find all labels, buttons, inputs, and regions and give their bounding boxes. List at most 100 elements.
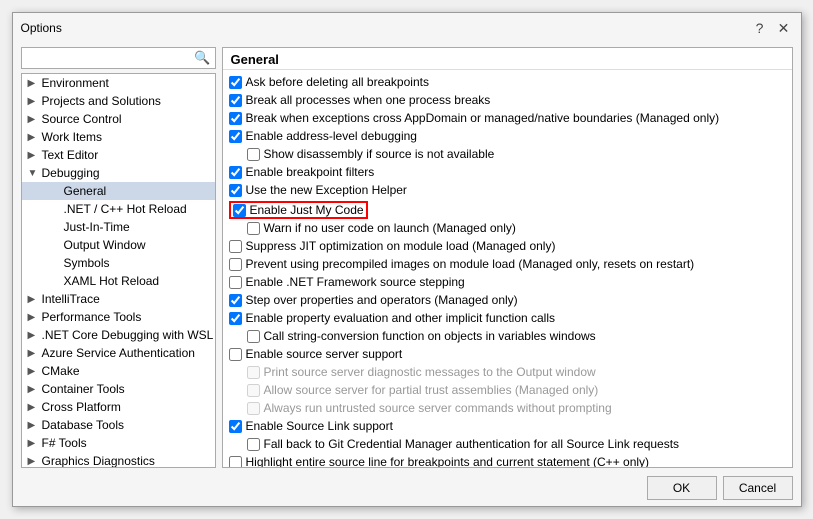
tree-item-cross-platform[interactable]: ▶ Cross Platform — [22, 398, 215, 416]
option-checkbox[interactable] — [229, 166, 242, 179]
option-row: Show disassembly if source is not availa… — [229, 146, 786, 164]
option-row: Enable address-level debugging — [229, 128, 786, 146]
tree-item-debug-xaml[interactable]: XAML Hot Reload — [22, 272, 215, 290]
tree-item-text-editor[interactable]: ▶ Text Editor — [22, 146, 215, 164]
option-row-highlighted: Enable Just My Code — [229, 200, 786, 220]
option-checkbox[interactable] — [229, 348, 242, 361]
option-label[interactable]: Enable .NET Framework source stepping — [229, 275, 465, 291]
option-checkbox[interactable] — [229, 312, 242, 325]
option-row: Enable source server support — [229, 346, 786, 364]
ok-button[interactable]: OK — [647, 476, 717, 500]
tree-item-fsharp[interactable]: ▶ F# Tools — [22, 434, 215, 452]
option-checkbox[interactable] — [247, 148, 260, 161]
help-button[interactable]: ? — [751, 19, 769, 37]
chevron-right-icon: ▶ — [28, 78, 42, 89]
options-dialog: Options ? ✕ 🔍 ▶ Environment ▶ Proj — [12, 12, 802, 507]
tree-label: .NET Core Debugging with WSL — [42, 328, 214, 342]
tree-label: Source Control — [42, 112, 211, 126]
search-input[interactable] — [26, 51, 195, 65]
tree-item-debug-output[interactable]: Output Window — [22, 236, 215, 254]
option-label-disabled[interactable]: Print source server diagnostic messages … — [247, 365, 596, 381]
option-checkbox[interactable] — [229, 240, 242, 253]
chevron-right-icon: ▶ — [28, 384, 42, 395]
option-label[interactable]: Break all processes when one process bre… — [229, 93, 491, 109]
chevron-right-icon: ▶ — [28, 456, 42, 467]
option-checkbox[interactable] — [229, 456, 242, 467]
tree-item-source-control[interactable]: ▶ Source Control — [22, 110, 215, 128]
tree-item-work-items[interactable]: ▶ Work Items — [22, 128, 215, 146]
option-label[interactable]: Show disassembly if source is not availa… — [247, 147, 495, 163]
option-label-disabled[interactable]: Allow source server for partial trust as… — [247, 383, 599, 399]
option-label[interactable]: Suppress JIT optimization on module load… — [229, 239, 556, 255]
option-row: Prevent using precompiled images on modu… — [229, 256, 786, 274]
tree-item-graphics[interactable]: ▶ Graphics Diagnostics — [22, 452, 215, 468]
option-checkbox[interactable] — [229, 76, 242, 89]
option-checkbox[interactable] — [229, 112, 242, 125]
tree-item-netcore-debug[interactable]: ▶ .NET Core Debugging with WSL — [22, 326, 215, 344]
option-checkbox[interactable] — [229, 130, 242, 143]
tree-label: Projects and Solutions — [42, 94, 211, 108]
option-row: Ask before deleting all breakpoints — [229, 74, 786, 92]
tree-label: XAML Hot Reload — [64, 274, 211, 288]
option-checkbox[interactable] — [229, 94, 242, 107]
tree-item-container[interactable]: ▶ Container Tools — [22, 380, 215, 398]
option-label[interactable]: Fall back to Git Credential Manager auth… — [247, 437, 680, 453]
option-label-disabled[interactable]: Always run untrusted source server comma… — [247, 401, 612, 417]
tree-item-debugging[interactable]: ▼ Debugging — [22, 164, 215, 182]
tree-label: Text Editor — [42, 148, 211, 162]
chevron-down-icon: ▼ — [28, 168, 42, 179]
tree-label: General — [64, 184, 211, 198]
option-checkbox[interactable] — [229, 420, 242, 433]
cancel-button[interactable]: Cancel — [723, 476, 793, 500]
option-label[interactable]: Call string-conversion function on objec… — [247, 329, 596, 345]
option-label[interactable]: Enable address-level debugging — [229, 129, 417, 145]
option-label[interactable]: Prevent using precompiled images on modu… — [229, 257, 695, 273]
tree-item-intellitrace[interactable]: ▶ IntelliTrace — [22, 290, 215, 308]
option-label[interactable]: Warn if no user code on launch (Managed … — [247, 221, 516, 237]
option-label[interactable]: Enable breakpoint filters — [229, 165, 375, 181]
option-checkbox[interactable] — [229, 258, 242, 271]
tree-item-debug-general[interactable]: General — [22, 182, 215, 200]
tree-label: Database Tools — [42, 418, 211, 432]
tree-label: F# Tools — [42, 436, 211, 450]
option-label[interactable]: Step over properties and operators (Mana… — [229, 293, 518, 309]
tree-item-database[interactable]: ▶ Database Tools — [22, 416, 215, 434]
tree-item-azure-auth[interactable]: ▶ Azure Service Authentication — [22, 344, 215, 362]
tree-item-perf-tools[interactable]: ▶ Performance Tools — [22, 308, 215, 326]
tree-label: Work Items — [42, 130, 211, 144]
option-row: Step over properties and operators (Mana… — [229, 292, 786, 310]
option-label[interactable]: Enable source server support — [229, 347, 403, 363]
tree-item-cmake[interactable]: ▶ CMake — [22, 362, 215, 380]
option-label[interactable]: Enable property evaluation and other imp… — [229, 311, 556, 327]
chevron-right-icon: ▶ — [28, 366, 42, 377]
option-row: Use the new Exception Helper — [229, 182, 786, 200]
option-checkbox[interactable] — [247, 330, 260, 343]
chevron-right-icon: ▶ — [28, 330, 42, 341]
option-label[interactable]: Break when exceptions cross AppDomain or… — [229, 111, 720, 127]
tree-label: Debugging — [42, 166, 211, 180]
close-button[interactable]: ✕ — [775, 19, 793, 37]
tree-item-projects[interactable]: ▶ Projects and Solutions — [22, 92, 215, 110]
option-checkbox[interactable] — [229, 294, 242, 307]
tree-label: Just-In-Time — [64, 220, 211, 234]
option-checkbox[interactable] — [229, 184, 242, 197]
option-checkbox[interactable] — [229, 276, 242, 289]
tree-item-debug-hotreload[interactable]: .NET / C++ Hot Reload — [22, 200, 215, 218]
tree-item-debug-jit[interactable]: Just-In-Time — [22, 218, 215, 236]
tree-item-debug-symbols[interactable]: Symbols — [22, 254, 215, 272]
option-checkbox-enable-just-my-code[interactable] — [233, 204, 246, 217]
tree-panel[interactable]: ▶ Environment ▶ Projects and Solutions ▶… — [21, 73, 216, 468]
option-checkbox[interactable] — [247, 222, 260, 235]
option-label[interactable]: Ask before deleting all breakpoints — [229, 75, 429, 91]
option-checkbox[interactable] — [247, 438, 260, 451]
chevron-right-icon: ▶ — [28, 420, 42, 431]
option-row: Enable breakpoint filters — [229, 164, 786, 182]
tree-label: Environment — [42, 76, 211, 90]
option-label[interactable]: Highlight entire source line for breakpo… — [229, 455, 650, 467]
tree-label: Container Tools — [42, 382, 211, 396]
tree-item-environment[interactable]: ▶ Environment — [22, 74, 215, 92]
option-label[interactable]: Enable Source Link support — [229, 419, 393, 435]
right-panel: General Ask before deleting all breakpoi… — [222, 47, 793, 468]
option-label[interactable]: Use the new Exception Helper — [229, 183, 407, 199]
option-row: Enable property evaluation and other imp… — [229, 310, 786, 328]
